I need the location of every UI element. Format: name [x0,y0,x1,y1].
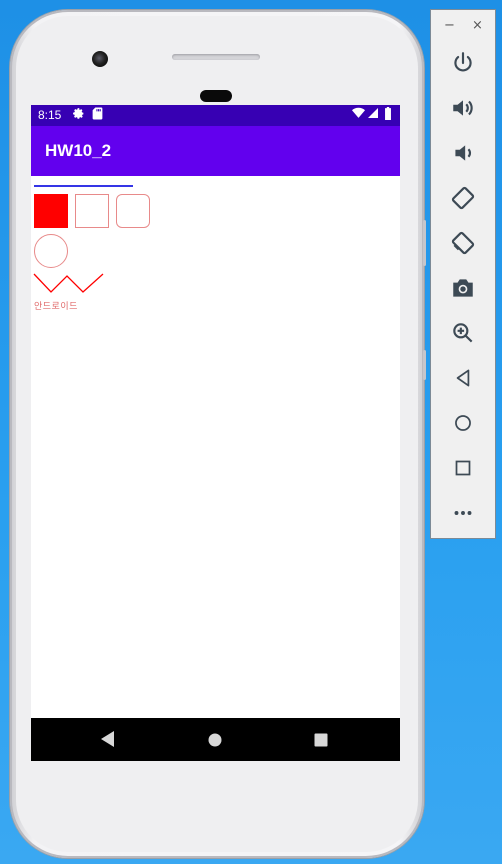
red-zigzag-line [33,273,104,293]
home-icon[interactable] [208,732,222,751]
proximity-sensor [200,90,232,102]
app-title: HW10_2 [45,141,112,160]
navigation-bar [31,718,400,761]
home-icon[interactable] [450,410,476,436]
battery-icon [384,107,392,123]
status-time: 8:15 [38,108,62,122]
zoom-icon[interactable] [450,320,476,346]
more-icon[interactable] [450,500,476,526]
volume-side-button [423,220,426,266]
rotate-left-icon[interactable] [450,185,476,211]
camera-icon[interactable] [450,275,476,301]
back-icon[interactable] [100,730,116,752]
minimize-button[interactable]: − [444,18,455,33]
status-bar: 8:15 [31,105,400,126]
emulator-toolbar: − × [430,9,496,539]
rounded-outline-rectangle [116,194,150,228]
power-icon[interactable] [450,50,476,76]
rotate-right-icon[interactable] [450,230,476,256]
outline-rectangle [75,194,109,228]
front-camera [92,51,108,67]
settings-icon [72,107,85,123]
drawing-canvas: 안드로이드 [31,176,400,718]
wifi-icon [352,107,365,122]
app-bar: HW10_2 [31,126,400,176]
volume-down-icon[interactable] [450,140,476,166]
power-side-button [423,350,426,380]
recents-icon[interactable] [314,732,328,751]
earpiece-speaker [172,54,260,60]
filled-red-rectangle [34,194,68,228]
outline-circle [34,234,68,268]
close-button[interactable]: × [472,18,483,33]
back-icon[interactable] [450,365,476,391]
blue-line [34,185,133,187]
volume-up-icon[interactable] [450,95,476,121]
korean-text-label: 안드로이드 [34,302,78,312]
overview-icon[interactable] [450,455,476,481]
sd-card-icon [92,107,103,123]
device-screen[interactable]: 8:15 HW10_2 안드로이드 [31,105,400,761]
signal-icon [367,107,379,122]
